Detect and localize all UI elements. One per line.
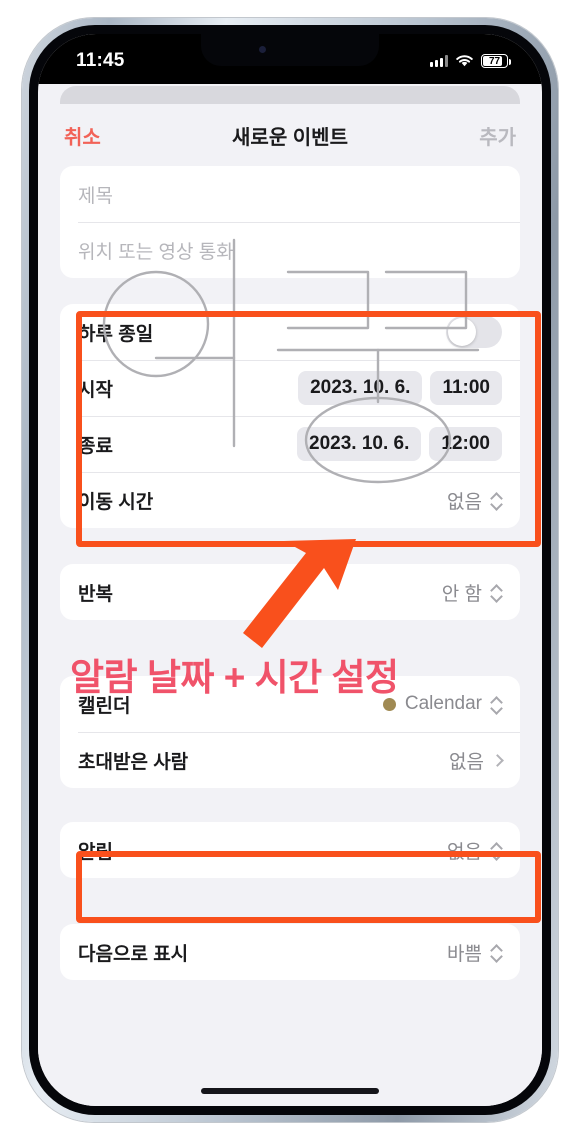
status-time: 11:45 — [76, 50, 125, 71]
end-date-pill[interactable]: 2023. 10. 6. — [297, 427, 422, 461]
location-field-row[interactable]: 위치 또는 영상 통화 — [60, 222, 520, 278]
cellular-bars-icon — [430, 55, 448, 67]
all-day-label: 하루 종일 — [78, 323, 154, 345]
phone-bezel: 11:45 77 취소 새로운 이벤트 추가 제목 위치 또는 영상 통화 하루… — [29, 25, 551, 1115]
status-indicators: 77 — [430, 54, 511, 68]
repeat-label: 반복 — [78, 583, 113, 605]
calendar-row[interactable]: 캘린더 Calendar — [60, 676, 520, 732]
calendar-value: Calendar — [404, 693, 482, 714]
chevron-updown-icon — [491, 944, 502, 961]
home-indicator[interactable] — [201, 1088, 379, 1094]
chevron-updown-icon — [491, 696, 502, 713]
location-input-placeholder[interactable]: 위치 또는 영상 통화 — [78, 237, 234, 264]
add-button[interactable]: 추가 — [479, 121, 516, 150]
calendar-group: 캘린더 Calendar 초대받은 사람 없음 — [60, 676, 520, 788]
chevron-right-icon — [491, 753, 504, 767]
calendar-color-dot-icon — [382, 697, 396, 711]
title-input-placeholder[interactable]: 제목 — [78, 181, 113, 208]
all-day-row[interactable]: 하루 종일 — [60, 304, 520, 360]
calendar-label: 캘린더 — [78, 695, 131, 717]
invitees-label: 초대받은 사람 — [78, 751, 189, 773]
alert-group: 알림 없음 — [60, 822, 520, 878]
invitees-value: 없음 — [449, 751, 484, 773]
start-date-pill[interactable]: 2023. 10. 6. — [298, 371, 423, 405]
battery-icon: 77 — [481, 54, 511, 68]
show-as-group: 다음으로 표시 바쁨 — [60, 924, 520, 980]
show-as-value: 바쁨 — [447, 943, 482, 965]
chevron-updown-icon — [491, 492, 502, 509]
title-location-group: 제목 위치 또는 영상 통화 — [60, 166, 520, 278]
repeat-group: 반복 안 함 — [60, 564, 520, 620]
alert-label: 알림 — [78, 841, 113, 863]
end-row[interactable]: 종료 2023. 10. 6. 12:00 — [60, 416, 520, 472]
all-day-toggle[interactable] — [446, 316, 502, 348]
chevron-updown-icon — [491, 584, 502, 601]
new-event-sheet: 취소 새로운 이벤트 추가 제목 위치 또는 영상 통화 하루 종일 시작 20… — [38, 104, 542, 1106]
show-as-row[interactable]: 다음으로 표시 바쁨 — [60, 924, 520, 980]
battery-percent: 77 — [488, 55, 501, 67]
travel-time-value: 없음 — [447, 491, 482, 513]
page-title: 새로운 이벤트 — [232, 126, 348, 149]
start-label: 시작 — [78, 379, 113, 401]
start-row[interactable]: 시작 2023. 10. 6. 11:00 — [60, 360, 520, 416]
navigation-bar: 취소 새로운 이벤트 추가 — [38, 104, 542, 166]
chevron-updown-icon — [491, 842, 502, 859]
alert-row[interactable]: 알림 없음 — [60, 822, 520, 878]
start-time-pill[interactable]: 11:00 — [430, 371, 502, 405]
phone-screen: 11:45 77 취소 새로운 이벤트 추가 제목 위치 또는 영상 통화 하루… — [38, 34, 542, 1106]
front-camera-icon — [259, 46, 266, 53]
end-time-pill[interactable]: 12:00 — [429, 427, 502, 461]
alert-value: 없음 — [447, 841, 482, 863]
cancel-button[interactable]: 취소 — [64, 121, 101, 150]
travel-time-row[interactable]: 이동 시간 없음 — [60, 472, 520, 528]
repeat-row[interactable]: 반복 안 함 — [60, 564, 520, 620]
travel-time-label: 이동 시간 — [78, 491, 154, 513]
end-label: 종료 — [78, 435, 113, 457]
show-as-label: 다음으로 표시 — [78, 943, 189, 965]
invitees-row[interactable]: 초대받은 사람 없음 — [60, 732, 520, 788]
toggle-knob — [448, 318, 476, 346]
datetime-group: 하루 종일 시작 2023. 10. 6. 11:00 종료 2023. 10.… — [60, 304, 520, 528]
phone-frame: 11:45 77 취소 새로운 이벤트 추가 제목 위치 또는 영상 통화 하루… — [22, 18, 558, 1122]
title-field-row[interactable]: 제목 — [60, 166, 520, 222]
repeat-value: 안 함 — [441, 583, 482, 605]
wifi-icon — [456, 55, 473, 67]
notch — [201, 34, 379, 66]
